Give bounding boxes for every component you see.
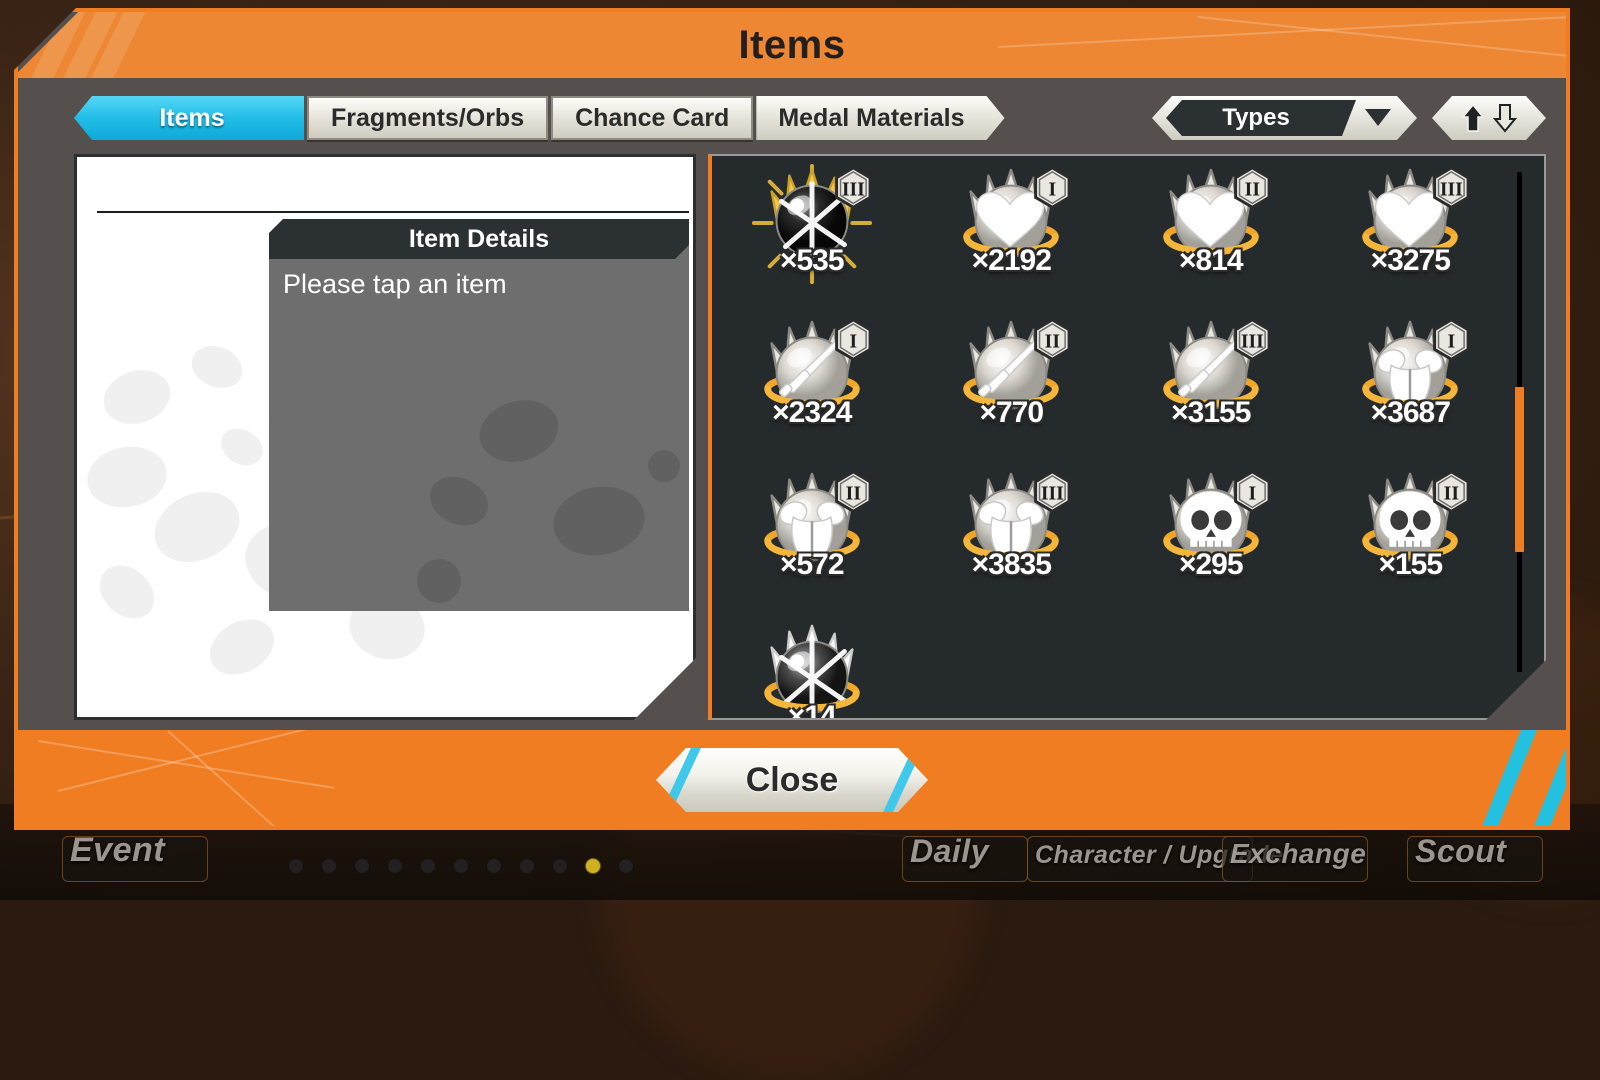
page-dot[interactable] bbox=[618, 858, 634, 874]
coins-watermark-dark bbox=[399, 371, 689, 611]
item-cell[interactable]: I ×295 bbox=[1111, 460, 1311, 612]
items-grid: III ×535 I ×2192 II ×814 III ×3275 I ×2324 II ×770 I… bbox=[712, 156, 1510, 718]
item-cell[interactable]: II ×155 bbox=[1311, 460, 1511, 612]
bg-nav-item-scout[interactable]: Scout bbox=[1415, 833, 1506, 870]
item-count: ×2324 bbox=[772, 396, 852, 429]
types-filter-dropdown[interactable]: Types bbox=[1152, 96, 1417, 140]
items-dialog: Items Items Fragments/Orbs Chance Card Meda… bbox=[14, 8, 1570, 830]
page-dot[interactable] bbox=[519, 858, 535, 874]
item-count: ×155 bbox=[1378, 548, 1443, 581]
close-edge-left bbox=[661, 748, 701, 812]
item-cell[interactable]: ×14 bbox=[712, 612, 912, 720]
item-count: ×14 bbox=[787, 700, 836, 720]
tab-label: Fragments/Orbs bbox=[331, 103, 525, 132]
item-count: ×572 bbox=[779, 548, 844, 581]
item-cell[interactable]: III ×3155 bbox=[1111, 308, 1311, 460]
page-dot[interactable] bbox=[354, 858, 370, 874]
svg-text:I: I bbox=[849, 330, 857, 352]
item-count: ×295 bbox=[1178, 548, 1243, 581]
page-dot[interactable] bbox=[486, 858, 502, 874]
item-cell[interactable]: II ×814 bbox=[1111, 156, 1311, 308]
close-button-label: Close bbox=[745, 760, 839, 799]
svg-text:I: I bbox=[1049, 178, 1057, 200]
page-dot[interactable] bbox=[552, 858, 568, 874]
types-filter-label: Types bbox=[1166, 100, 1356, 136]
chevron-down-icon bbox=[1365, 109, 1391, 126]
tab-label: Medal Materials bbox=[778, 103, 965, 132]
svg-text:I: I bbox=[1248, 482, 1256, 504]
page-dot[interactable] bbox=[585, 858, 601, 874]
item-cell[interactable]: II ×572 bbox=[712, 460, 912, 612]
svg-text:III: III bbox=[1241, 330, 1264, 352]
item-cell[interactable]: III ×3835 bbox=[912, 460, 1112, 612]
svg-text:III: III bbox=[842, 178, 865, 200]
svg-text:III: III bbox=[1440, 178, 1463, 200]
page-dot[interactable] bbox=[387, 858, 403, 874]
item-cell[interactable]: III ×535 bbox=[712, 156, 912, 308]
svg-text:III: III bbox=[1041, 482, 1064, 504]
item-cell[interactable]: III ×3275 bbox=[1311, 156, 1511, 308]
item-details-text: Please tap an item bbox=[283, 269, 507, 299]
page-dot[interactable] bbox=[420, 858, 436, 874]
tab-label: Items bbox=[159, 103, 225, 132]
sort-order-button[interactable] bbox=[1432, 96, 1546, 140]
cyan-accent-stripes bbox=[1422, 730, 1566, 826]
item-count: ×3275 bbox=[1370, 244, 1450, 277]
svg-text:II: II bbox=[1244, 178, 1259, 200]
bg-nav-item-daily[interactable]: Daily bbox=[910, 833, 989, 870]
page-dot[interactable] bbox=[321, 858, 337, 874]
tab-chance-card[interactable]: Chance Card bbox=[551, 96, 754, 140]
item-count: ×814 bbox=[1178, 244, 1243, 277]
page-dot[interactable] bbox=[288, 858, 304, 874]
dialog-titlebar: Items bbox=[18, 12, 1566, 78]
item-count: ×3155 bbox=[1171, 396, 1251, 429]
panel-divider bbox=[97, 211, 689, 213]
item-details-header: Item Details bbox=[269, 219, 689, 259]
item-details-box: Item Details Please tap an item bbox=[269, 219, 689, 611]
item-cell[interactable]: I ×2324 bbox=[712, 308, 912, 460]
items-grid-panel: III ×535 I ×2192 II ×814 III ×3275 I ×2324 II ×770 I… bbox=[708, 154, 1546, 720]
tab-items[interactable]: Items bbox=[74, 96, 304, 140]
scrollbar-thumb[interactable] bbox=[1515, 387, 1524, 552]
tab-bar: Items Fragments/Orbs Chance Card Medal Mate… bbox=[74, 96, 1008, 140]
item-details-body: Please tap an item bbox=[269, 259, 689, 611]
svg-text:II: II bbox=[845, 482, 860, 504]
item-count: ×2192 bbox=[971, 244, 1051, 277]
page-dots[interactable] bbox=[288, 858, 634, 874]
bg-nav-item-exchange[interactable]: Exchange bbox=[1230, 838, 1366, 870]
item-count: ×535 bbox=[779, 244, 844, 277]
item-cell[interactable]: II ×770 bbox=[912, 308, 1112, 460]
arrow-up-icon bbox=[1460, 103, 1486, 133]
close-button[interactable]: Close bbox=[656, 748, 928, 812]
item-count: ×3835 bbox=[971, 548, 1051, 581]
dialog-footer: Close bbox=[18, 730, 1566, 826]
svg-text:I: I bbox=[1448, 330, 1456, 352]
dialog-title: Items bbox=[738, 23, 846, 67]
item-cell[interactable]: I ×2192 bbox=[912, 156, 1112, 308]
tab-label: Chance Card bbox=[575, 103, 730, 132]
arrow-down-icon bbox=[1492, 103, 1518, 133]
page-dot[interactable] bbox=[453, 858, 469, 874]
tab-medal-materials[interactable]: Medal Materials bbox=[756, 96, 1004, 140]
tab-fragments-orbs[interactable]: Fragments/Orbs bbox=[307, 96, 549, 140]
item-count: ×770 bbox=[979, 396, 1044, 429]
item-cell[interactable]: I ×3687 bbox=[1311, 308, 1511, 460]
svg-text:II: II bbox=[1444, 482, 1459, 504]
close-edge-right bbox=[883, 748, 923, 812]
item-count: ×3687 bbox=[1370, 396, 1450, 429]
bg-nav-item-event[interactable]: Event bbox=[70, 831, 165, 870]
dialog-body: Items Fragments/Orbs Chance Card Medal Mate… bbox=[18, 78, 1566, 730]
svg-text:II: II bbox=[1045, 330, 1060, 352]
item-details-panel: Item Details Please tap an item bbox=[74, 154, 696, 720]
